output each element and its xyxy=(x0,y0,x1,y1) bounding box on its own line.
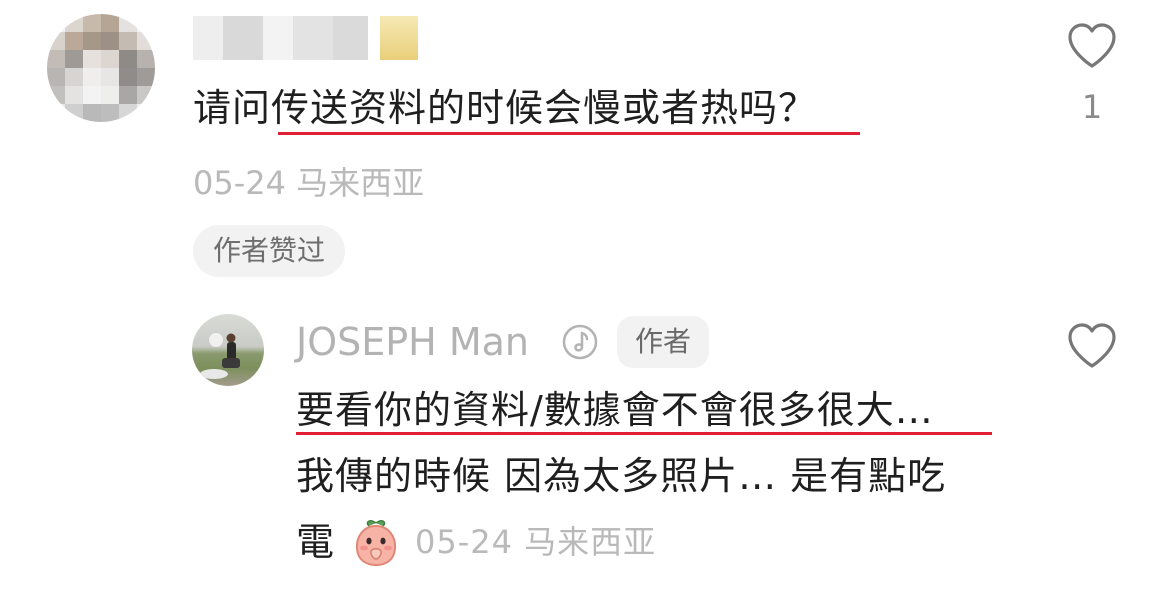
like-count: 1 xyxy=(1081,88,1103,126)
reply-text-line-3-text: 電 xyxy=(296,520,336,564)
comment-meta: 05-24 马来西亚 xyxy=(193,158,424,204)
reply-username-text: JOSEPH Man xyxy=(296,320,529,364)
reply-avatar[interactable] xyxy=(192,314,264,386)
reply-username[interactable]: JOSEPH Man xyxy=(296,318,529,366)
comment-date: 05-24 xyxy=(193,164,286,202)
reply-underline xyxy=(296,432,992,435)
commenter-avatar[interactable] xyxy=(47,14,155,122)
author-liked-badge: 作者赞过 xyxy=(193,225,346,277)
reply-text-line-2: 我傳的時候 因為太多照片… 是有點吃 xyxy=(296,454,947,498)
author-tag: 作者 xyxy=(617,316,710,368)
comment-location: 马来西亚 xyxy=(296,164,425,202)
comment-text: 请问传送资料的时候会慢或者热吗？ xyxy=(193,86,818,130)
music-badge-icon xyxy=(562,324,598,360)
peach-face-emoji-icon xyxy=(356,520,397,567)
reply-text-line-3: 電 05-24 马来西亚 xyxy=(296,516,656,568)
commenter-username-blurred[interactable] xyxy=(193,16,418,60)
comment-underline xyxy=(278,132,860,135)
reply-meta: 05-24 马来西亚 xyxy=(415,516,656,568)
like-heart-icon[interactable] xyxy=(1066,22,1118,70)
reply-like-heart-icon[interactable] xyxy=(1066,322,1118,370)
reply-date: 05-24 xyxy=(415,523,513,561)
reply-text-line-1: 要看你的資料/數據會不會很多很大… xyxy=(296,388,934,432)
reply-location: 马来西亚 xyxy=(524,523,657,561)
